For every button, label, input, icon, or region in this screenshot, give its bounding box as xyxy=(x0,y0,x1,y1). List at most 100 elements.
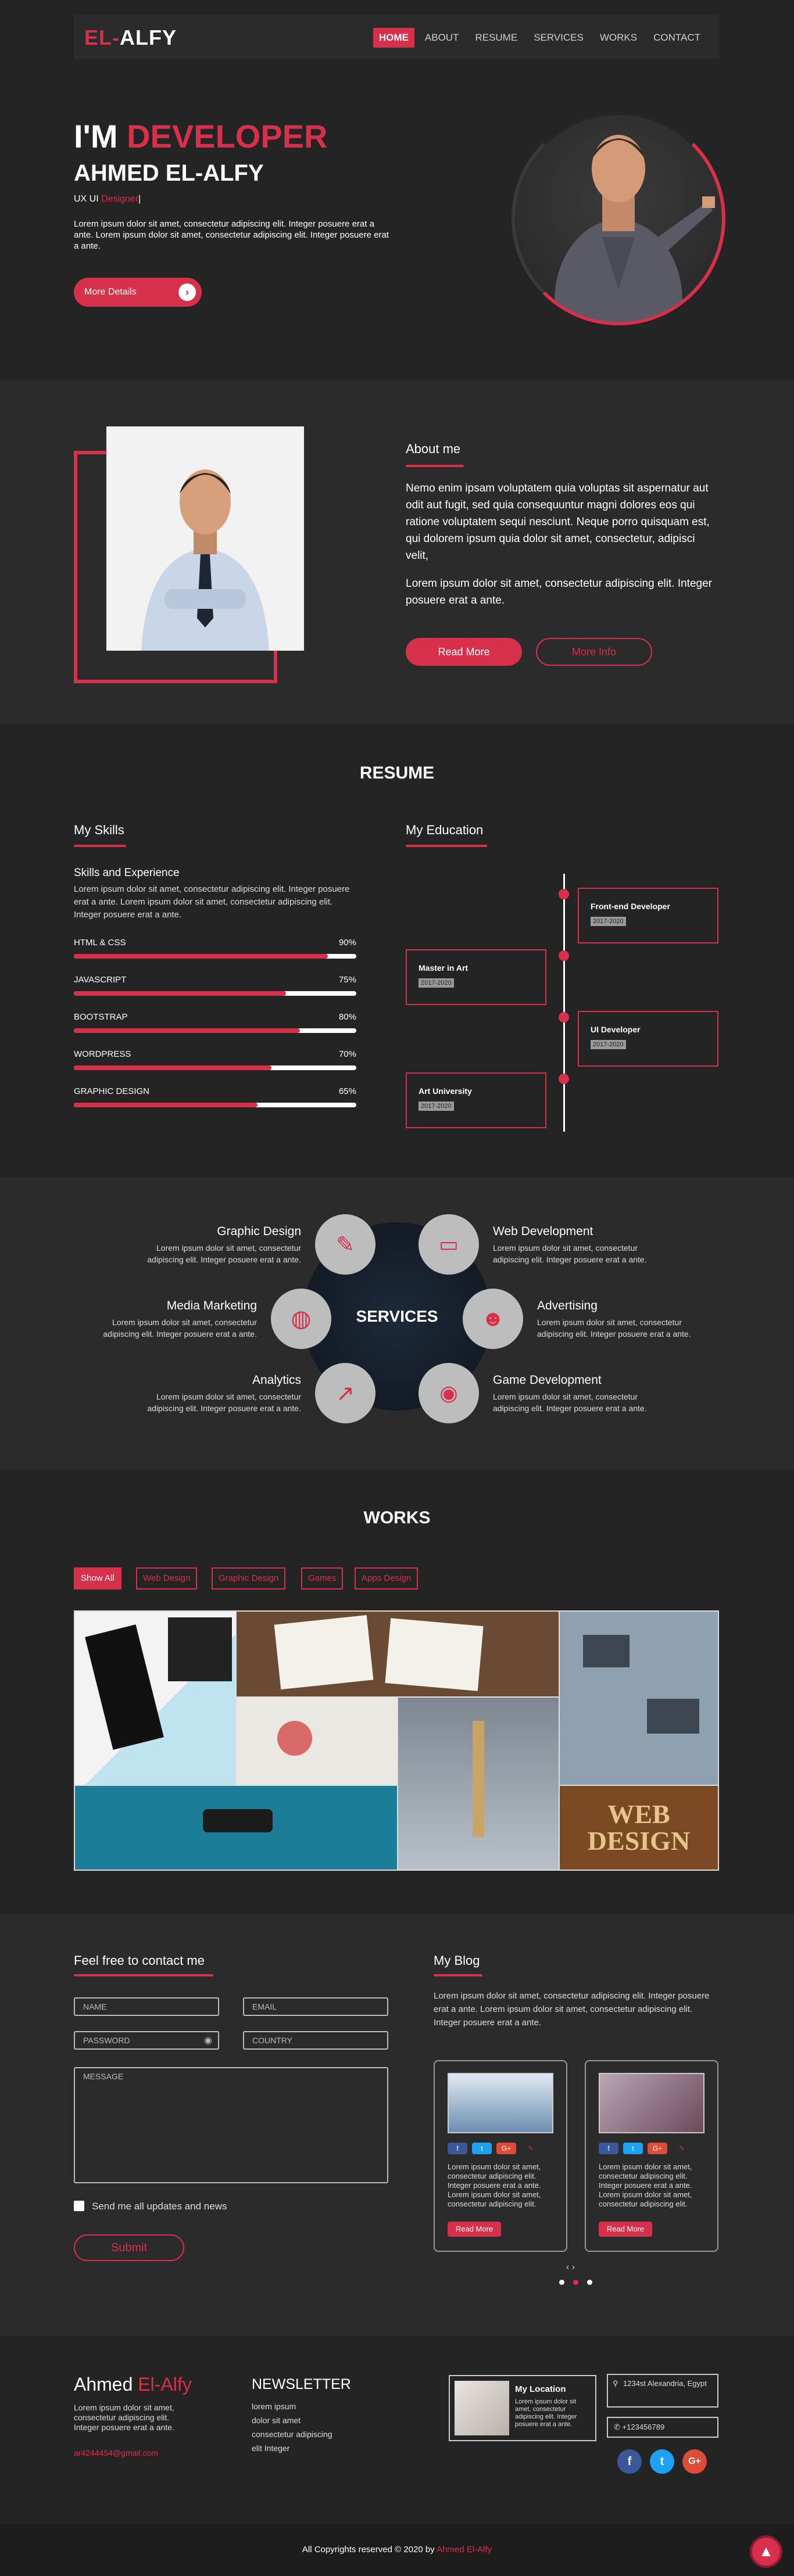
blog-read-more-button[interactable]: Read More xyxy=(599,2222,652,2237)
copyright-text: All Copyrights reserved © 2020 by Ahmed … xyxy=(302,2545,492,2555)
work-item[interactable]: WEB DESIGN xyxy=(560,1786,718,1870)
service-heading: Web Development xyxy=(493,1225,593,1238)
skill-progress-fill xyxy=(74,1103,257,1107)
message-field[interactable]: MESSAGE xyxy=(74,2067,388,2183)
work-item[interactable] xyxy=(237,1612,559,1696)
newsletter-line: consectetur adipiscing xyxy=(252,2430,332,2439)
pinterest-icon[interactable]: ✎ xyxy=(521,2143,541,2154)
service-advertising[interactable]: ☻ xyxy=(463,1289,523,1349)
service-web-development[interactable]: ▭ xyxy=(419,1214,479,1275)
arrow-up-icon: ▲ xyxy=(759,2542,774,2560)
email-field[interactable]: EMAIL xyxy=(243,1997,388,2016)
work-item[interactable] xyxy=(560,1612,718,1785)
hero-role: UX UI Designer| xyxy=(74,194,141,204)
more-info-button[interactable]: More Info xyxy=(536,638,652,666)
footer-text: Lorem ipsum dolor sit amet, consectetur … xyxy=(74,2403,174,2432)
skill-progress-fill xyxy=(74,1028,300,1033)
country-field[interactable]: COUNTRY xyxy=(243,2031,388,2050)
read-more-button[interactable]: Read More xyxy=(406,638,522,666)
phone-box: ✆ +123456789 xyxy=(607,2417,718,2438)
location-card: My Location Lorem ipsum dolor sit amet, … xyxy=(449,2375,596,2441)
filter-games[interactable]: Games xyxy=(301,1567,344,1590)
blog-underline xyxy=(434,1974,482,1976)
nav-menu: HOME ABOUT RESUME SERVICES WORKS CONTACT xyxy=(373,28,706,48)
skill-progress-bar xyxy=(74,954,356,959)
skill-progress-bar xyxy=(74,991,356,996)
facebook-icon[interactable]: f xyxy=(448,2143,467,2154)
work-item[interactable] xyxy=(237,1698,397,1785)
location-image xyxy=(455,2381,509,2435)
twitter-icon[interactable]: t xyxy=(623,2143,643,2154)
footer-twitter-icon[interactable]: t xyxy=(650,2449,674,2474)
about-title: About me xyxy=(406,442,461,456)
filter-apps-design[interactable]: Apps Design xyxy=(355,1567,419,1590)
social-icons: f t G+ ✎ xyxy=(448,2143,545,2154)
updates-checkbox[interactable] xyxy=(74,2201,84,2211)
blog-card-text: Lorem ipsum dolor sit amet, consectetur … xyxy=(599,2162,692,2208)
work-item[interactable] xyxy=(75,1612,235,1785)
carousel-dot[interactable] xyxy=(559,2280,564,2285)
education-underline xyxy=(406,845,487,847)
work-item[interactable] xyxy=(75,1786,397,1870)
name-field[interactable]: NAME xyxy=(74,1997,219,2016)
hero-text: Lorem ipsum dolor sit amet, consectetur … xyxy=(74,219,389,251)
skill-label: BOOTSTRAP 80% xyxy=(74,1012,356,1022)
blog-read-more-button[interactable]: Read More xyxy=(448,2222,501,2237)
google-plus-icon[interactable]: G+ xyxy=(496,2143,516,2154)
scroll-to-top-button[interactable]: ▲ xyxy=(750,2535,782,2568)
monitor-icon: ▭ xyxy=(438,1232,459,1256)
facebook-icon[interactable]: f xyxy=(599,2143,618,2154)
nav-item-services[interactable]: SERVICES xyxy=(528,28,589,48)
service-game-development[interactable]: ◉ xyxy=(419,1363,479,1423)
timeline-dot xyxy=(559,1074,569,1084)
google-plus-icon[interactable]: G+ xyxy=(648,2143,667,2154)
skill-label: WORDPRESS 70% xyxy=(74,1049,356,1059)
service-graphic-design[interactable]: ✎ xyxy=(315,1214,375,1275)
hero-name: AHMED EL-ALFY xyxy=(74,160,264,186)
carousel-arrows[interactable]: ‹ › xyxy=(566,2262,575,2273)
twitter-icon[interactable]: t xyxy=(472,2143,492,2154)
password-field[interactable]: PASSWORD ◉ xyxy=(74,2031,219,2050)
works-section: WORKS Show All Web Design Graphic Design… xyxy=(0,1469,794,1914)
footer-google-plus-icon[interactable]: G+ xyxy=(682,2449,707,2474)
timeline-dot xyxy=(559,950,569,961)
hero-title: I'M DEVELOPER xyxy=(74,118,328,155)
work-item[interactable] xyxy=(398,1698,559,1870)
timeline-dot xyxy=(559,889,569,899)
about-photo xyxy=(106,426,304,651)
phone-icon: ✆ xyxy=(614,2423,620,2431)
nav-item-home[interactable]: HOME xyxy=(373,28,414,48)
service-analytics[interactable]: ↗ xyxy=(315,1363,375,1423)
nav-item-about[interactable]: ABOUT xyxy=(419,28,465,48)
skill-label: HTML & CSS 90% xyxy=(74,938,356,948)
nav-item-resume[interactable]: RESUME xyxy=(469,28,523,48)
pinterest-icon[interactable]: ✎ xyxy=(672,2143,692,2154)
footer: Ahmed El-Alfy Lorem ipsum dolor sit amet… xyxy=(0,2335,794,2576)
resume-section: RESUME My Skills Skills and Experience L… xyxy=(0,724,794,1177)
logo[interactable]: EL-ALFY xyxy=(84,26,177,50)
man-photo-illustration xyxy=(141,469,269,651)
footer-facebook-icon[interactable]: f xyxy=(617,2449,642,2474)
nav-item-contact[interactable]: CONTACT xyxy=(648,28,706,48)
filter-graphic-design[interactable]: Graphic Design xyxy=(212,1567,286,1590)
carousel-dot[interactable] xyxy=(587,2280,592,2285)
blog-card-text: Lorem ipsum dolor sit amet, consectetur … xyxy=(448,2162,541,2208)
location-text: Lorem ipsum dolor sit amet, consectetur … xyxy=(515,2398,577,2428)
nav-item-works[interactable]: WORKS xyxy=(594,28,643,48)
newsletter-title: NEWSLETTER xyxy=(252,2376,351,2392)
more-details-button[interactable]: More Details › xyxy=(74,278,202,307)
filter-web-design[interactable]: Web Design xyxy=(136,1567,198,1590)
about-section: About me Nemo enim ipsam voluptatem quia… xyxy=(0,380,794,724)
service-media-marketing[interactable]: ◍ xyxy=(271,1289,331,1349)
skills-title: My Skills xyxy=(74,823,124,837)
service-heading: Game Development xyxy=(493,1373,602,1387)
chart-line-icon: ↗ xyxy=(336,1381,355,1406)
eye-icon[interactable]: ◉ xyxy=(204,2035,212,2046)
service-desc: Lorem ipsum dolor sit amet, consectetur … xyxy=(537,1318,691,1339)
carousel-dot-active[interactable] xyxy=(573,2280,578,2285)
skill-label: GRAPHIC DESIGN 65% xyxy=(74,1086,356,1096)
footer-email[interactable]: ar4244454@gmail.com xyxy=(74,2448,158,2457)
submit-button[interactable]: Submit xyxy=(74,2234,184,2261)
skill-progress-fill xyxy=(74,954,328,959)
filter-show-all[interactable]: Show All xyxy=(74,1567,121,1590)
